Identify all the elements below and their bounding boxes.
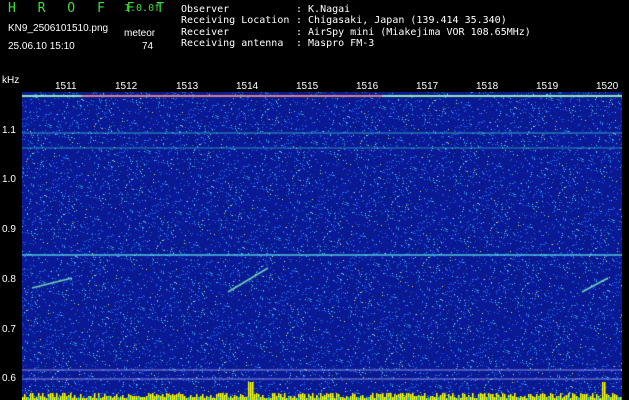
datetime-label: 25.06.10 15:10 [8,41,75,52]
time-tick: 1519 [536,81,559,92]
time-tick: 1517 [416,81,439,92]
meta-key-location: Receiving Location [181,15,290,26]
time-tick: 1515 [296,81,319,92]
time-tick: 1512 [115,81,138,92]
time-tick: 1513 [176,81,199,92]
mode-label: meteor [124,28,156,39]
freq-tick: 0.8 [2,274,16,285]
meta-value-location: : Chigasaki, Japan (139.414 35.340) [296,15,507,26]
spectrogram-canvas [22,92,622,400]
axis-unit-label: kHz [2,75,20,86]
count-label: 74 [142,41,154,52]
meta-key-antenna: Receiving antenna [181,38,284,49]
filename-label: KN9_2506101510.png [8,23,109,34]
time-tick: 1516 [356,81,379,92]
time-tick: 1520 [596,81,619,92]
freq-tick: 0.9 [2,224,16,235]
version-label: 1.0.0f [124,3,161,14]
meta-value-antenna: : Maspro FM-3 [296,38,375,49]
freq-tick: 0.6 [2,373,16,384]
time-tick: 1518 [476,81,499,92]
freq-tick: 0.7 [2,324,16,335]
freq-tick: 1.1 [2,125,16,136]
freq-tick: 1.0 [2,174,16,185]
time-tick: 1511 [55,81,77,92]
time-tick: 1514 [236,81,259,92]
